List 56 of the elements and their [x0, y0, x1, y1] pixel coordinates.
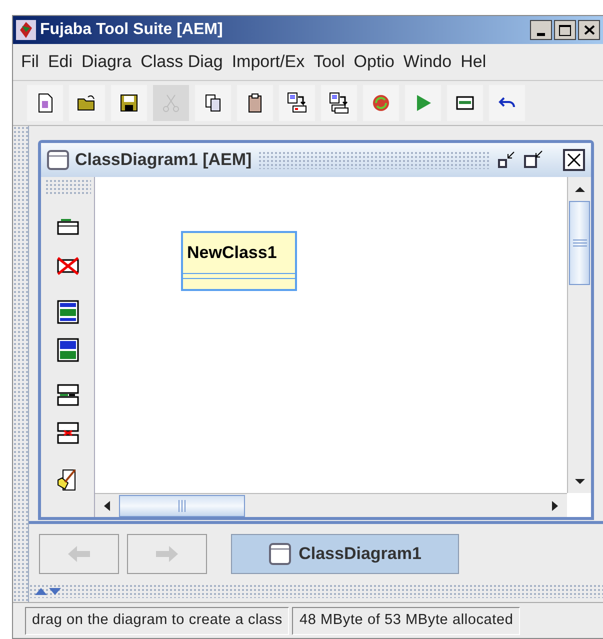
window-icon	[47, 150, 69, 170]
refresh-icon	[370, 92, 392, 114]
expand-up-icon[interactable]	[35, 588, 47, 594]
menu-item[interactable]: Windo	[403, 49, 452, 75]
scroll-thumb[interactable]	[569, 201, 590, 285]
class-name: NewClass1	[186, 242, 278, 264]
export-icon	[328, 92, 350, 114]
grip-icon	[178, 500, 186, 512]
menu-item[interactable]: Import/Ex	[232, 49, 305, 75]
scissors-icon	[160, 92, 182, 114]
toolbar-button[interactable]	[489, 85, 525, 121]
window-tab[interactable]: ClassDiagram1	[231, 534, 459, 574]
toolbar-button[interactable]	[27, 85, 63, 121]
grip-icon	[572, 239, 586, 247]
maximize-button[interactable]	[554, 20, 576, 40]
menu-item[interactable]: Diagra	[82, 49, 132, 75]
menu-item[interactable]: Tool	[314, 49, 345, 75]
iconify-icon[interactable]	[497, 150, 517, 170]
close-icon[interactable]	[563, 149, 585, 171]
attributes-icon	[54, 298, 80, 324]
right-arrow-icon	[156, 546, 178, 562]
minimize-button[interactable]	[530, 20, 552, 40]
close-icon	[584, 25, 594, 35]
toolbar-button[interactable]	[69, 85, 105, 121]
menu-item[interactable]: Fil	[21, 49, 39, 75]
toolbar-button[interactable]	[195, 85, 231, 121]
menu-item[interactable]: Optio	[354, 49, 394, 75]
toolbar-button[interactable]	[279, 85, 315, 121]
toolbar-button[interactable]	[237, 85, 273, 121]
class-node[interactable]: NewClass1	[181, 231, 297, 290]
maximize-icon	[559, 24, 571, 36]
toolbar-button[interactable]	[111, 85, 147, 121]
menu-item[interactable]: Hel	[460, 49, 486, 75]
window-icon	[268, 543, 291, 565]
app-logo-icon	[16, 20, 36, 40]
delete-row-icon	[54, 420, 80, 446]
collapse-down-icon[interactable]	[49, 588, 61, 594]
restore-icon[interactable]	[523, 150, 545, 170]
close-button[interactable]	[578, 20, 600, 40]
window-title: Fujaba Tool Suite [AEM]	[40, 20, 224, 40]
menu-item[interactable]: Class Diag	[140, 49, 223, 75]
vertical-scrollbar[interactable]	[567, 177, 591, 493]
menu-item[interactable]: Edi	[48, 49, 73, 75]
export-icon	[286, 92, 308, 114]
horizontal-scrollbar[interactable]	[95, 493, 567, 517]
toolbar-button[interactable]	[447, 85, 483, 121]
methods-icon	[54, 336, 80, 362]
add-row-icon	[54, 382, 80, 408]
minimize-icon	[537, 33, 545, 36]
status-field: 48 MByte of 53 MByte allocated	[292, 606, 520, 634]
frame-title: ClassDiagram1 [AEM]	[75, 149, 252, 172]
status-field: drag on the diagram to create a class	[25, 606, 290, 634]
toolbar-button[interactable]	[321, 85, 357, 121]
left-arrow-icon	[68, 546, 90, 562]
scroll-thumb[interactable]	[119, 494, 245, 516]
palette-grip[interactable]	[44, 179, 90, 195]
